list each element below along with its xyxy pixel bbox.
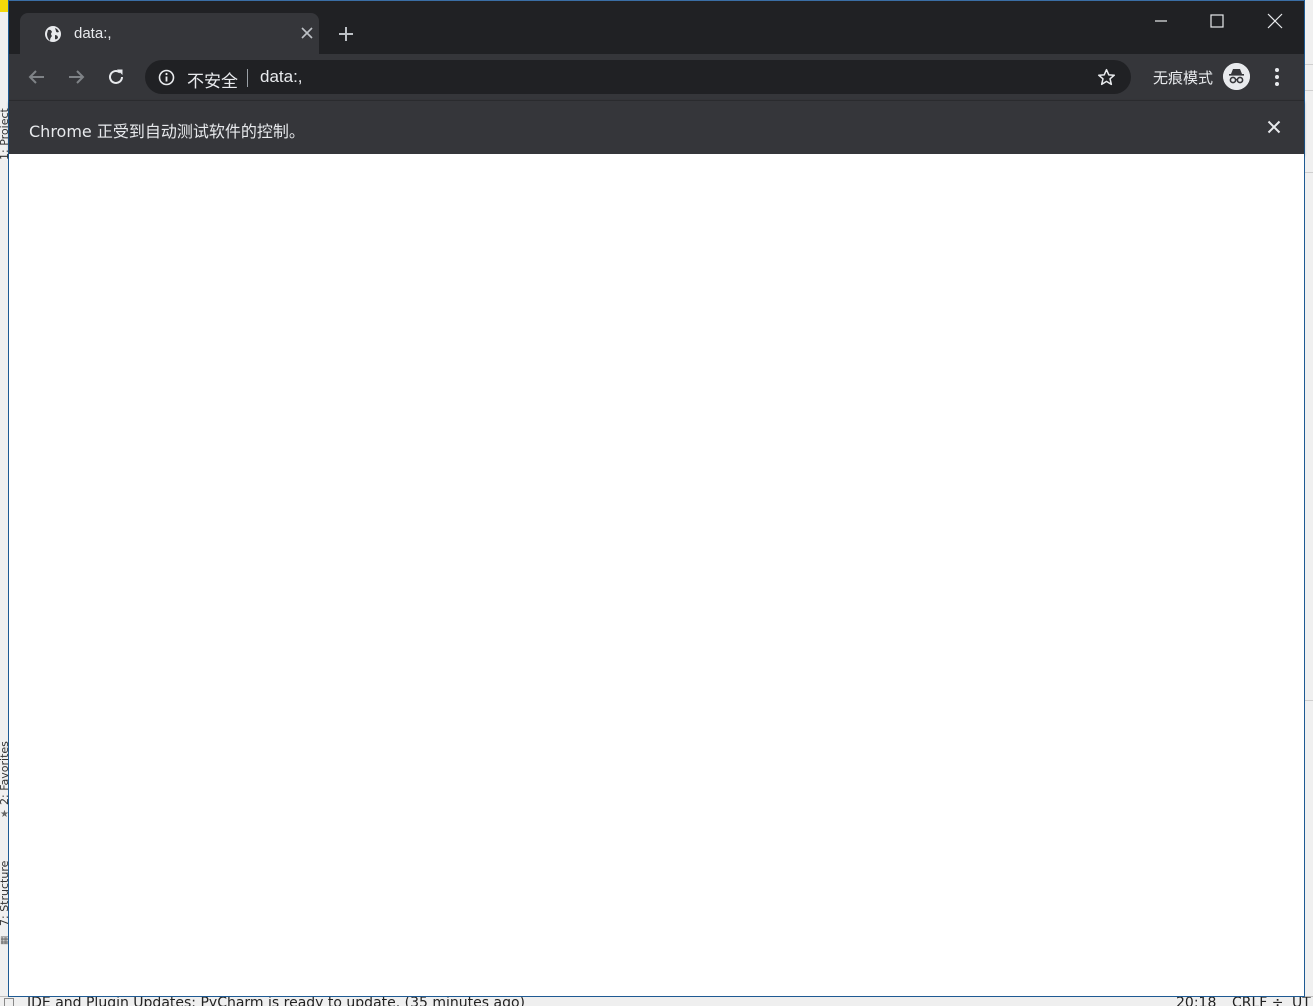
structure-icon: ▦ (0, 935, 9, 946)
minimize-icon[interactable] (1149, 9, 1173, 33)
back-arrow-icon[interactable] (27, 67, 47, 87)
browser-toolbar: 不安全 data:, 无痕模式 (9, 54, 1304, 100)
ide-divider (1304, 64, 1313, 65)
ide-favorites-tool-tab[interactable]: 2: Favorites (0, 741, 8, 805)
ide-structure-tool-tab[interactable]: 7: Structure (0, 861, 8, 926)
automation-infobar: Chrome 正受到自动测试软件的控制。 (9, 100, 1304, 154)
ide-encoding[interactable]: UT (1292, 997, 1311, 1006)
reload-icon[interactable] (106, 67, 126, 87)
tab-close-icon[interactable] (300, 26, 314, 40)
address-url[interactable]: data:, (260, 67, 303, 87)
ide-divider (1304, 172, 1313, 173)
ide-status-message[interactable]: IDE and Plugin Updates: PyCharm is ready… (27, 997, 525, 1006)
browser-tab[interactable]: data:, (20, 13, 319, 55)
address-separator (247, 69, 248, 87)
ide-line-separator[interactable]: CRLF ÷ (1232, 997, 1284, 1006)
bookmark-star-icon[interactable] (1097, 68, 1116, 87)
info-icon[interactable] (158, 69, 175, 86)
ide-divider (1304, 700, 1313, 701)
incognito-label[interactable]: 无痕模式 (1153, 67, 1213, 88)
infobar-close-icon[interactable] (1266, 119, 1282, 135)
forward-arrow-icon[interactable] (66, 67, 86, 87)
infobar-message: Chrome 正受到自动测试软件的控制。 (29, 122, 305, 141)
status-toggle-icon[interactable] (4, 998, 14, 1006)
favorites-star-icon: ★ (0, 809, 9, 820)
globe-icon (45, 26, 61, 42)
security-status[interactable]: 不安全 (187, 67, 238, 92)
browser-titlebar[interactable]: data:, (9, 0, 1304, 55)
ide-cursor-position[interactable]: 20:18 (1176, 997, 1216, 1006)
ide-left-toolstrip: 1: Project 2: Favorites ★ 7: Structure ▦ (0, 0, 9, 1006)
ide-status-bar: IDE and Plugin Updates: PyCharm is ready… (0, 996, 1313, 1006)
more-vert-icon[interactable] (1267, 66, 1287, 88)
address-bar[interactable]: 不安全 data:, (145, 60, 1131, 94)
tab-title: data:, (74, 25, 112, 42)
window-close-icon[interactable] (1263, 9, 1287, 33)
page-content[interactable] (9, 154, 1304, 996)
ide-project-tool-tab[interactable]: 1: Project (0, 108, 8, 160)
browser-window: data:, 不安全 data:, 无痕模式 Chrome 正受到自动测试软件的… (9, 0, 1304, 996)
ide-menu-accent (0, 0, 8, 12)
ide-divider (1304, 90, 1313, 91)
new-tab-icon[interactable] (337, 25, 355, 43)
maximize-icon[interactable] (1205, 9, 1229, 33)
ide-right-edge (1304, 0, 1313, 1006)
incognito-icon[interactable] (1223, 63, 1250, 90)
